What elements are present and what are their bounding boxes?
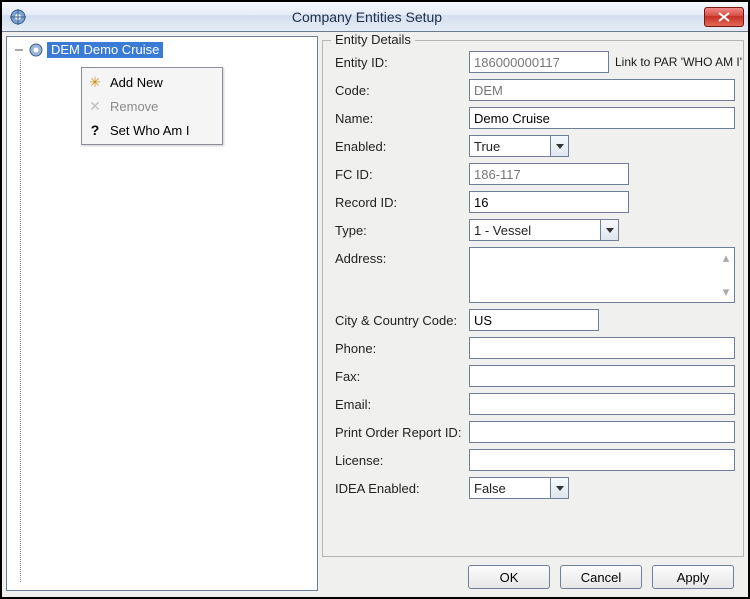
label-code: Code: (331, 83, 463, 98)
print-order-report-id-field[interactable] (469, 421, 735, 443)
label-city-country: City & Country Code: (331, 313, 463, 328)
record-id-field[interactable] (469, 191, 629, 213)
entity-tree-pane: DEM Demo Cruise ✳ Add New ✕ Remove ? Set… (6, 36, 318, 591)
label-type: Type: (331, 223, 463, 238)
label-enabled: Enabled: (331, 139, 463, 154)
dialog-buttons: OK Cancel Apply (322, 561, 744, 591)
question-icon: ? (86, 121, 104, 139)
label-record-id: Record ID: (331, 195, 463, 210)
scroll-down-icon: ▾ (723, 284, 730, 300)
entity-id-field (469, 51, 609, 73)
close-icon (718, 12, 730, 22)
chevron-down-icon (556, 486, 564, 491)
name-field[interactable] (469, 107, 735, 129)
details-pane: Entity Details Entity ID: Link to PAR 'W… (322, 36, 744, 591)
window-title: Company Entities Setup (30, 9, 704, 25)
close-button[interactable] (704, 7, 744, 27)
menu-add-new[interactable]: ✳ Add New (84, 70, 220, 94)
tree-expander[interactable] (13, 41, 25, 59)
client-area: DEM Demo Cruise ✳ Add New ✕ Remove ? Set… (2, 32, 748, 597)
address-field[interactable] (470, 248, 718, 302)
chevron-collapse-icon (14, 45, 24, 55)
link-par-text: Link to PAR 'WHO AM I' (615, 55, 742, 69)
cancel-button[interactable]: Cancel (560, 565, 642, 589)
label-name: Name: (331, 111, 463, 126)
enabled-select[interactable]: True (469, 135, 569, 157)
label-fax: Fax: (331, 369, 463, 384)
phone-field[interactable] (469, 337, 735, 359)
tree-node-dem[interactable]: DEM Demo Cruise (13, 41, 311, 59)
label-print-order-report-id: Print Order Report ID: (331, 425, 463, 440)
code-field (469, 79, 735, 101)
label-entity-id: Entity ID: (331, 55, 463, 70)
idea-enabled-dropdown-button[interactable] (550, 478, 568, 498)
titlebar: Company Entities Setup (2, 2, 748, 32)
address-scrollbar[interactable]: ▴ ▾ (718, 248, 734, 302)
label-idea-enabled: IDEA Enabled: (331, 481, 463, 496)
menu-remove: ✕ Remove (84, 94, 220, 118)
email-field[interactable] (469, 393, 735, 415)
app-icon (6, 5, 30, 29)
enabled-dropdown-button[interactable] (550, 136, 568, 156)
idea-enabled-select[interactable]: False (469, 477, 569, 499)
entity-tree: DEM Demo Cruise (7, 37, 317, 63)
type-dropdown-button[interactable] (600, 220, 618, 240)
apply-button[interactable]: Apply (652, 565, 734, 589)
remove-icon: ✕ (86, 97, 104, 115)
fax-field[interactable] (469, 365, 735, 387)
type-select[interactable]: 1 - Vessel (469, 219, 619, 241)
label-fc-id: FC ID: (331, 167, 463, 182)
window-frame: Company Entities Setup (0, 0, 750, 599)
label-phone: Phone: (331, 341, 463, 356)
entity-form: Entity ID: Link to PAR 'WHO AM I' Code: … (331, 51, 735, 499)
scroll-up-icon: ▴ (723, 250, 730, 266)
context-menu: ✳ Add New ✕ Remove ? Set Who Am I (81, 67, 223, 145)
city-country-field[interactable] (469, 309, 599, 331)
entity-icon (28, 42, 44, 58)
chevron-down-icon (606, 228, 614, 233)
tree-node-label[interactable]: DEM Demo Cruise (47, 42, 163, 58)
add-icon: ✳ (86, 73, 104, 91)
label-email: Email: (331, 397, 463, 412)
label-address: Address: (331, 247, 463, 266)
groupbox-legend: Entity Details (331, 32, 415, 47)
entity-details-group: Entity Details Entity ID: Link to PAR 'W… (322, 40, 744, 557)
tree-connector (20, 59, 21, 582)
chevron-down-icon (556, 144, 564, 149)
address-field-wrap: ▴ ▾ (469, 247, 735, 303)
menu-set-who-am-i[interactable]: ? Set Who Am I (84, 118, 220, 142)
fc-id-field (469, 163, 629, 185)
label-license: License: (331, 453, 463, 468)
license-field[interactable] (469, 449, 735, 471)
ok-button[interactable]: OK (468, 565, 550, 589)
